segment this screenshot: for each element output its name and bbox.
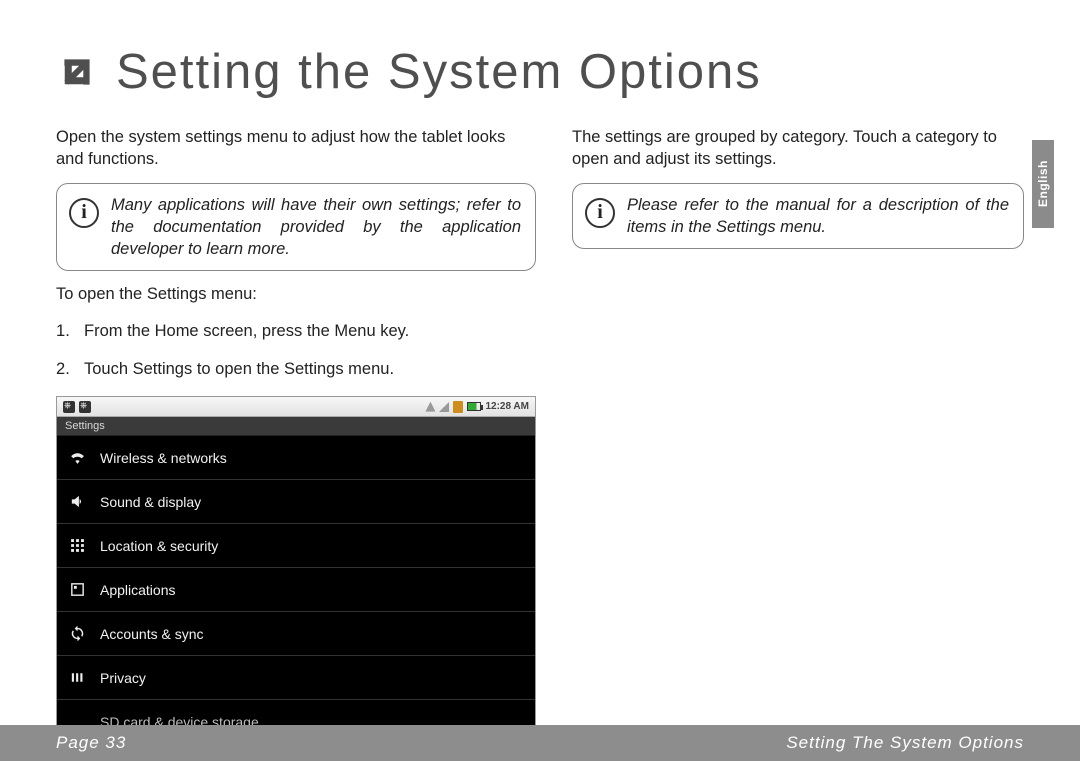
info-icon: i (69, 198, 99, 228)
status-time: 12:28 AM (485, 401, 529, 412)
menu-item-applications[interactable]: Applications (57, 568, 535, 612)
speaker-icon (69, 493, 86, 510)
grid-icon (69, 537, 86, 554)
steps-intro: To open the Settings menu: (56, 285, 536, 304)
screenshot-titlebar: Settings (57, 417, 535, 436)
menu-item-sound[interactable]: Sound & display (57, 480, 535, 524)
step-item: From the Home screen, press the Menu key… (56, 320, 536, 344)
arrow-down-right-icon (56, 51, 98, 93)
signal-icon (439, 402, 449, 412)
right-intro-text: The settings are grouped by category. To… (572, 126, 1024, 171)
menu-item-label: Wireless & networks (100, 450, 227, 466)
menu-item-label: Accounts & sync (100, 626, 204, 642)
sd-card-icon (453, 401, 463, 413)
apps-icon (69, 581, 86, 598)
usb-icon (63, 401, 75, 413)
menu-item-wireless[interactable]: Wireless & networks (57, 436, 535, 480)
right-column: The settings are grouped by category. To… (572, 126, 1024, 735)
menu-item-label: Sound & display (100, 494, 201, 510)
page-title-row: Setting the System Options (56, 44, 1024, 100)
wifi-icon (425, 402, 435, 412)
status-right-icons: 12:28 AM (425, 401, 529, 413)
menu-item-accounts[interactable]: Accounts & sync (57, 612, 535, 656)
usb-icon (79, 401, 91, 413)
status-bar: 12:28 AM (57, 397, 535, 417)
footer-section-title: Setting The System Options (786, 733, 1024, 753)
wifi-icon (69, 449, 86, 466)
battery-icon (467, 402, 481, 411)
menu-item-label: Location & security (100, 538, 218, 554)
page-title: Setting the System Options (116, 44, 762, 100)
steps-list: From the Home screen, press the Menu key… (56, 320, 536, 382)
menu-item-label: Applications (100, 582, 176, 598)
left-column: Open the system settings menu to adjust … (56, 126, 536, 735)
page-footer: Page 33 Setting The System Options (0, 725, 1080, 761)
menu-item-privacy[interactable]: Privacy (57, 656, 535, 700)
info-text-right: Please refer to the manual for a descrip… (627, 194, 1009, 239)
menu-item-label: Privacy (100, 670, 146, 686)
footer-page-number: Page 33 (56, 733, 126, 753)
content-columns: Open the system settings menu to adjust … (56, 126, 1024, 735)
manual-page: Setting the System Options Open the syst… (0, 0, 1080, 761)
info-text-left: Many applications will have their own se… (111, 194, 521, 261)
step-item: Touch Settings to open the Settings menu… (56, 358, 536, 382)
language-tab[interactable]: English (1032, 140, 1054, 228)
status-left-icons (63, 401, 91, 413)
info-box-left: i Many applications will have their own … (56, 183, 536, 272)
left-intro-text: Open the system settings menu to adjust … (56, 126, 536, 171)
privacy-icon (69, 669, 86, 686)
settings-menu-list: Wireless & networks Sound & display Loca… (57, 436, 535, 734)
info-box-right: i Please refer to the manual for a descr… (572, 183, 1024, 250)
info-icon: i (585, 198, 615, 228)
menu-item-location[interactable]: Location & security (57, 524, 535, 568)
sync-icon (69, 625, 86, 642)
settings-screenshot: 12:28 AM Settings Wireless & networks So… (56, 396, 536, 735)
